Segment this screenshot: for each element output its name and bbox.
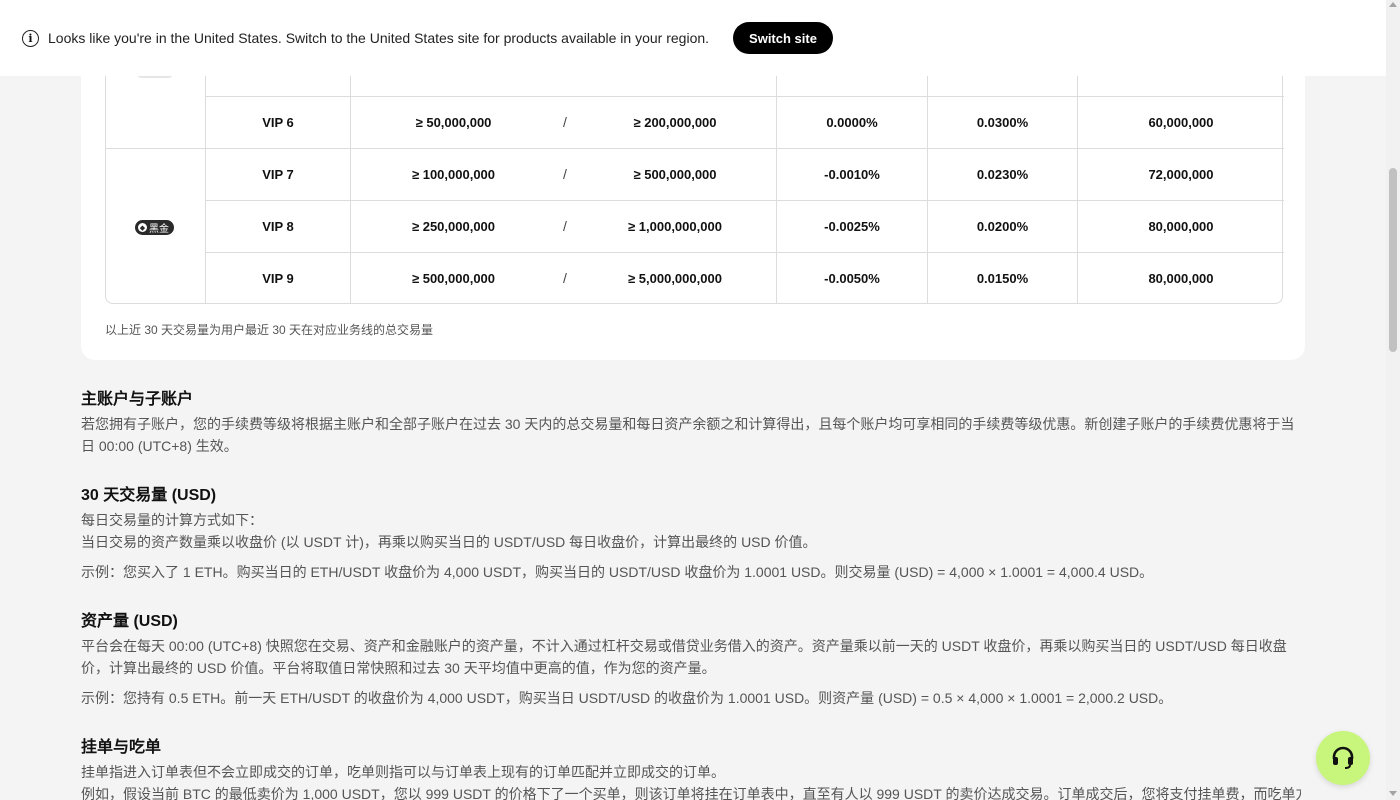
- separator: /: [563, 166, 567, 182]
- taker-fee-cell: 0.0230%: [976, 166, 1029, 182]
- diamond-icon: ◆: [138, 223, 147, 232]
- separator: /: [563, 218, 567, 234]
- support-chat-button[interactable]: [1316, 731, 1370, 785]
- assets-text: 平台会在每天 00:00 (UTC+8) 快照您在交易、资产和金融账户的资产量，…: [81, 638, 1287, 676]
- separator: /: [563, 114, 567, 130]
- scroll-down-arrow[interactable]: [1389, 791, 1397, 796]
- page-scrollbar[interactable]: [1386, 0, 1400, 800]
- assets-cell: ≥ 200,000,000: [633, 114, 717, 130]
- scrollbar-thumb[interactable]: [1389, 168, 1397, 352]
- tier-cell: VIP 8: [262, 218, 294, 234]
- assets-cell: ≥ 500,000,000: [633, 166, 717, 182]
- maker-fee-cell: -0.0050%: [824, 270, 880, 286]
- maker-fee-cell: -0.0025%: [824, 218, 880, 234]
- limit-cell: 60,000,000: [1148, 114, 1214, 130]
- fee-table: ◆ 黑金 VIP 6 ≥ 50,000,000 / ≥ 200,000,000 …: [105, 40, 1284, 304]
- volume-line-1: 每日交易量的计算方式如下：: [81, 512, 263, 528]
- maker-taker-line-1: 挂单指进入订单表但不会立即成交的订单，吃单则指可以与订单表上现有的订单匹配并立即…: [81, 764, 725, 780]
- maker-taker-line-2: 例如，假设当前 BTC 的最低卖价为 1,000 USDT，您以 999 USD…: [81, 786, 1301, 800]
- fee-table-card: ◆ 黑金 VIP 6 ≥ 50,000,000 / ≥ 200,000,000 …: [81, 40, 1305, 360]
- limit-cell: 80,000,000: [1148, 270, 1214, 286]
- volume-heading: 30 天交易量 (USD): [81, 487, 217, 504]
- info-icon: i: [22, 29, 39, 47]
- maker-taker-heading: 挂单与吃单: [81, 739, 162, 756]
- headset-icon: [1332, 746, 1354, 769]
- limit-cell: 80,000,000: [1148, 218, 1214, 234]
- subaccount-heading: 主账户与子账户: [81, 391, 194, 408]
- region-banner: i Looks like you're in the United States…: [0, 0, 1386, 76]
- tier-cell: VIP 7: [262, 166, 294, 182]
- tier-cell: VIP 9: [262, 270, 294, 286]
- taker-fee-cell: 0.0300%: [976, 114, 1029, 130]
- volume-cell: ≥ 100,000,000: [411, 166, 496, 182]
- maker-fee-cell: -0.0010%: [824, 166, 880, 182]
- assets-cell: ≥ 5,000,000,000: [628, 270, 722, 286]
- limit-cell: 72,000,000: [1148, 166, 1214, 182]
- tier-cell: VIP 6: [262, 114, 294, 130]
- scroll-up-arrow[interactable]: [1389, 2, 1397, 7]
- volume-example: 示例：您买入了 1 ETH。购买当日的 ETH/USDT 收盘价为 4,000 …: [81, 564, 1154, 580]
- switch-site-button[interactable]: Switch site: [733, 22, 833, 54]
- table-note: 以上近 30 天交易量为用户最近 30 天在对应业务线的总交易量: [105, 323, 434, 337]
- assets-example: 示例：您持有 0.5 ETH。前一天 ETH/USDT 的收盘价为 4,000 …: [81, 690, 1173, 706]
- volume-cell: ≥ 250,000,000: [411, 218, 496, 234]
- volume-cell: ≥ 500,000,000: [411, 270, 496, 286]
- assets-heading: 资产量 (USD): [81, 613, 178, 630]
- volume-cell: ≥ 50,000,000: [415, 114, 492, 130]
- assets-cell: ≥ 1,000,000,000: [628, 218, 722, 234]
- black-gold-badge: ◆ 黑金: [135, 220, 174, 235]
- separator: /: [563, 270, 567, 286]
- taker-fee-cell: 0.0200%: [976, 218, 1029, 234]
- subaccount-text: 若您拥有子账户，您的手续费等级将根据主账户和全部子账户在过去 30 天内的总交易…: [81, 416, 1295, 454]
- banner-message: Looks like you're in the United States. …: [48, 30, 710, 46]
- taker-fee-cell: 0.0150%: [976, 270, 1029, 286]
- maker-fee-cell: 0.0000%: [826, 114, 878, 130]
- badge-label: 黑金: [149, 224, 169, 235]
- volume-line-2: 当日交易的资产数量乘以收盘价 (以 USDT 计)，再乘以购买当日的 USDT/…: [81, 534, 817, 550]
